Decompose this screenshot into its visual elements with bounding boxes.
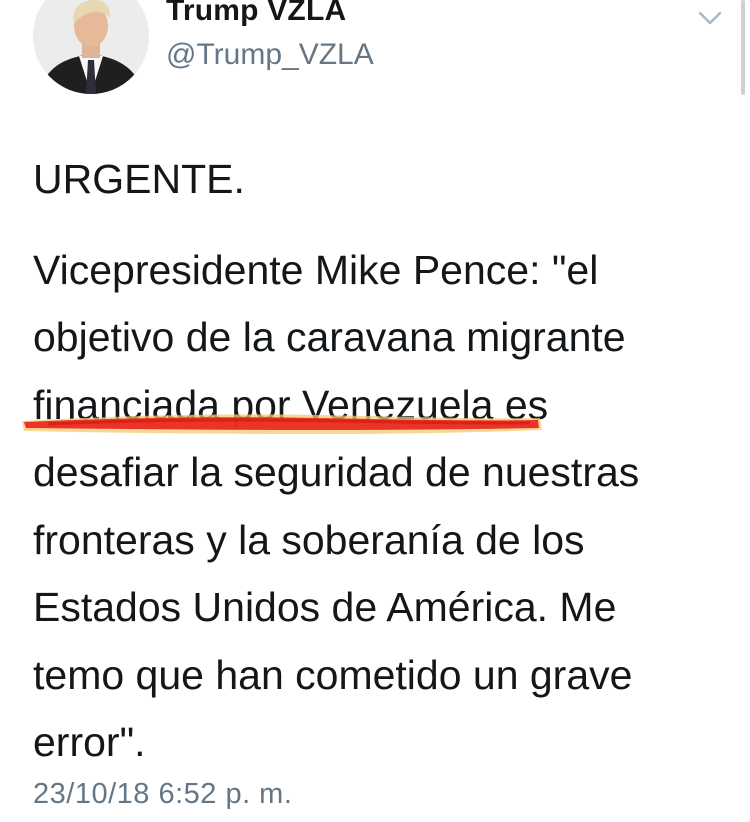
tweet-text-line: financiada por Venezuela es — [33, 381, 549, 428]
tweet-text-line: desafiar la seguridad de nuestras — [33, 449, 640, 495]
tweet: Trump VZLA @Trump_VZLA URGENTE. Vicepres… — [0, 0, 750, 822]
tweet-text: URGENTE. Vicepresidente Mike Pence: "el … — [33, 146, 723, 777]
more-options-button[interactable] — [694, 4, 726, 32]
tweet-text-line: temo que han cometido un grave — [33, 651, 633, 698]
chevron-down-icon — [698, 11, 722, 25]
tweet-text-line: error". — [33, 719, 146, 765]
tweet-text-line: Vicepresidente Mike Pence: "el — [33, 246, 599, 293]
author-handle[interactable]: @Trump_VZLA — [166, 38, 374, 72]
tweet-timestamp[interactable]: 23/10/18 6:52 p. m. — [33, 778, 292, 811]
tweet-text-line: fronteras y la soberanía de los — [33, 516, 585, 563]
author-display-name[interactable]: Trump VZLA — [166, 0, 346, 28]
tweet-text-line: objetivo de la caravana migrante — [33, 314, 626, 360]
scrollbar[interactable] — [741, 0, 745, 95]
avatar[interactable] — [33, 0, 149, 94]
tweet-text-line: URGENTE. — [33, 156, 245, 202]
tweet-text-line: Estados Unidos de América. Me — [33, 584, 617, 630]
profile-photo-icon — [33, 0, 149, 94]
